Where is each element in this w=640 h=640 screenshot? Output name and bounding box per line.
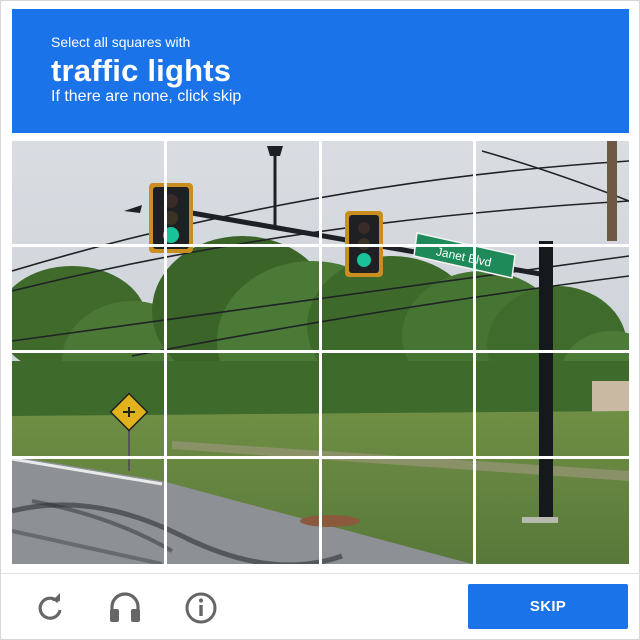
challenge-image-grid: Janet Blvd [12, 141, 629, 564]
grid-tile[interactable] [166, 141, 321, 246]
grid-divider [12, 350, 629, 353]
grid-tile[interactable] [12, 458, 166, 564]
grid-tile[interactable] [12, 141, 166, 246]
grid-tile[interactable] [166, 458, 321, 564]
reload-icon [38, 593, 62, 620]
grid-tile[interactable] [321, 352, 475, 458]
grid-tile[interactable] [475, 141, 629, 246]
hint-text: If there are none, click skip [51, 88, 242, 105]
grid-tile[interactable] [321, 246, 475, 352]
grid-tile[interactable] [475, 352, 629, 458]
grid-divider [12, 456, 629, 459]
grid-tile[interactable] [321, 458, 475, 564]
grid-divider [12, 244, 629, 247]
captcha-dialog: Select all squares with traffic lights I… [0, 0, 640, 640]
grid-tile[interactable] [475, 246, 629, 352]
target-label: traffic lights [51, 53, 232, 88]
skip-button[interactable]: SKIP [468, 584, 628, 629]
grid-tile[interactable] [166, 352, 321, 458]
grid-tile[interactable] [321, 141, 475, 246]
headphones-icon [110, 592, 140, 622]
grid-tile[interactable] [12, 352, 166, 458]
challenge-header: Select all squares with traffic lights I… [12, 9, 629, 133]
reload-button[interactable] [32, 590, 68, 626]
instruction-text: Select all squares with [51, 34, 191, 50]
grid-tile[interactable] [475, 458, 629, 564]
info-icon [185, 592, 217, 624]
grid-tile[interactable] [166, 246, 321, 352]
grid-tile[interactable] [12, 246, 166, 352]
info-button[interactable] [183, 590, 219, 626]
footer-divider [1, 573, 640, 574]
audio-challenge-button[interactable] [107, 590, 143, 626]
